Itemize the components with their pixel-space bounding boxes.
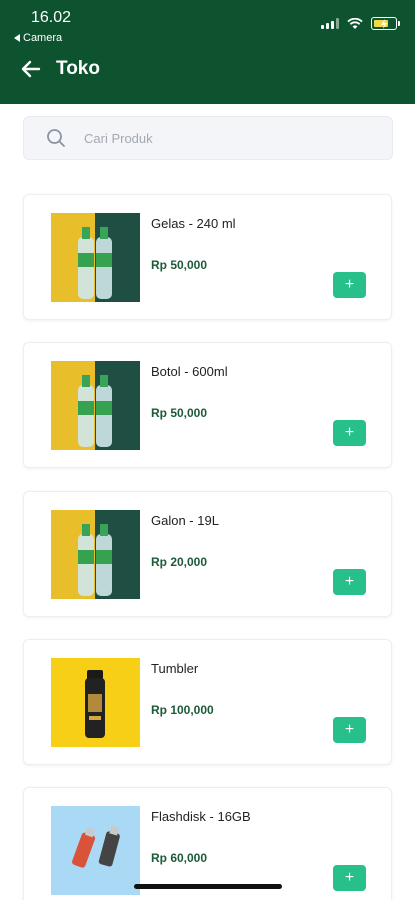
search-input[interactable] [84, 130, 334, 146]
product-price: Rp 50,000 [151, 258, 208, 272]
product-name: Tumbler [151, 661, 199, 676]
add-to-cart-button[interactable]: + [333, 420, 366, 446]
back-app-label: Camera [23, 32, 63, 44]
product-card-galon[interactable]: Galon - 19L Rp 20,000 + [23, 491, 392, 617]
product-image-tumbler [51, 658, 140, 747]
back-triangle-icon [14, 34, 20, 42]
signal-icon [321, 18, 339, 29]
product-price: Rp 60,000 [151, 851, 208, 865]
product-card-tumbler[interactable]: Tumbler Rp 100,000 + [23, 639, 392, 765]
product-card-botol[interactable]: Botol - 600ml Rp 50,000 + [23, 342, 392, 468]
product-image-water-bottles [51, 361, 140, 450]
add-to-cart-button[interactable]: + [333, 717, 366, 743]
wifi-icon [347, 17, 363, 29]
add-to-cart-button[interactable]: + [333, 272, 366, 298]
page-title: Toko [56, 58, 100, 79]
add-to-cart-button[interactable]: + [333, 569, 366, 595]
home-indicator[interactable] [134, 884, 282, 889]
app-header: 16.02 Camera Toko [0, 0, 415, 104]
product-price: Rp 20,000 [151, 555, 208, 569]
product-name: Galon - 19L [151, 513, 219, 528]
search-bar[interactable] [23, 116, 393, 160]
product-image-water-bottles [51, 510, 140, 599]
battery-icon [371, 17, 400, 30]
product-image-flashdisk [51, 806, 140, 895]
product-price: Rp 100,000 [151, 703, 214, 717]
product-price: Rp 50,000 [151, 406, 208, 420]
add-to-cart-button[interactable]: + [333, 865, 366, 891]
product-name: Botol - 600ml [151, 364, 228, 379]
back-to-app-link[interactable]: Camera [14, 32, 62, 44]
product-name: Gelas - 240 ml [151, 216, 236, 231]
product-image-water-bottles [51, 213, 140, 302]
status-time: 16.02 [31, 9, 72, 26]
search-icon [47, 129, 65, 147]
arrow-left-icon[interactable] [20, 58, 42, 80]
status-icons [321, 17, 400, 30]
product-name: Flashdisk - 16GB [151, 809, 251, 824]
product-card-gelas[interactable]: Gelas - 240 ml Rp 50,000 + [23, 194, 392, 320]
